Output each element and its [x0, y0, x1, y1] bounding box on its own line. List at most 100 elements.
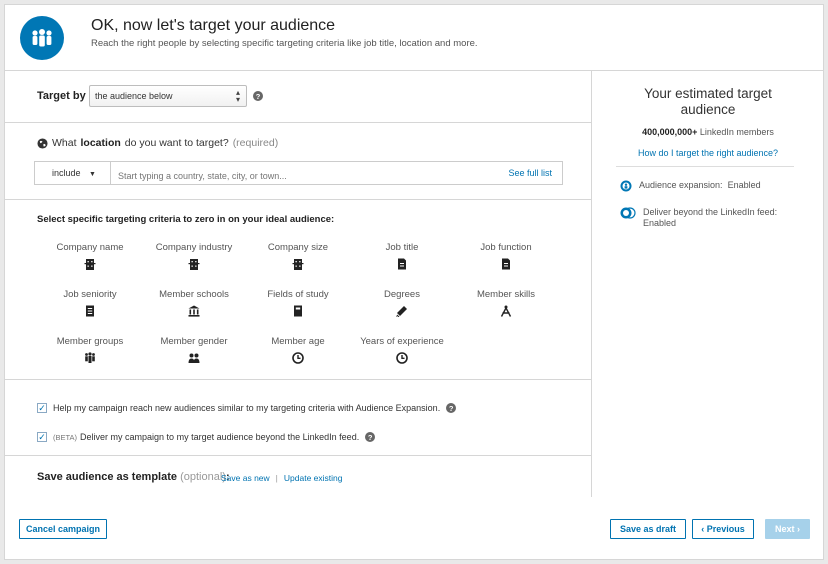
location-keyword: location — [80, 137, 121, 149]
targeting-panel: Target by the audience below ▴ ▾ ? What l… — [5, 71, 592, 497]
criteria-fields-of-study[interactable]: Fields of study — [248, 289, 348, 317]
how-to-target-link[interactable]: How do I target the right audience? — [593, 148, 823, 158]
criteria-label: Job function — [480, 242, 532, 253]
location-search-input[interactable] — [111, 162, 509, 184]
criteria-years-of-experience[interactable]: Years of experience — [352, 336, 452, 364]
update-existing-link[interactable]: Update existing — [284, 473, 343, 483]
deliver-beyond-status-text: Deliver beyond the LinkedIn feed: Enable… — [643, 207, 783, 228]
include-dropdown[interactable]: include ▼ — [35, 162, 111, 184]
deliver-beyond-label: Deliver my campaign to my target audienc… — [80, 432, 360, 442]
criteria-label: Job title — [385, 242, 419, 253]
members-suffix: LinkedIn members — [699, 127, 774, 137]
target-by-label: Target by — [37, 90, 86, 102]
criteria-job-title[interactable]: Job title — [352, 242, 452, 270]
criteria-member-age[interactable]: Member age — [248, 336, 348, 364]
options-section: ✓ Help my campaign reach new audiences s… — [5, 380, 592, 456]
audience-expansion-option: ✓ Help my campaign reach new audiences s… — [37, 403, 457, 413]
criteria-label: Member gender — [160, 336, 228, 347]
criteria-company-industry[interactable]: Company industry — [144, 242, 244, 270]
deliver-beyond-status: Deliver beyond the LinkedIn feed: Enable… — [620, 207, 793, 229]
criteria-job-function[interactable]: Job function — [456, 242, 556, 270]
diploma-icon — [396, 306, 407, 317]
save-template-label: Save audience as template (optional): — [37, 471, 230, 483]
group-icon — [85, 352, 95, 363]
audience-expansion-label: Help my campaign reach new audiences sim… — [53, 403, 441, 413]
book-icon — [294, 305, 302, 317]
members-count: 400,000,000+ LinkedIn members — [593, 127, 823, 137]
include-label: include — [52, 168, 81, 178]
deliver-beyond-checkbox[interactable]: ✓ — [37, 432, 47, 442]
footer: Cancel campaign Save as draft ‹ Previous… — [5, 497, 823, 559]
header: OK, now let's target your audience Reach… — [5, 5, 823, 71]
audience-estimate-panel: Your estimated target audience 400,000,0… — [593, 71, 823, 497]
criteria-label: Member groups — [56, 336, 124, 347]
location-section: What location do you want to target? (re… — [5, 123, 592, 200]
estimate-title: Your estimated target audience — [644, 86, 772, 117]
school-icon — [188, 305, 200, 317]
next-button[interactable]: Next › — [765, 519, 810, 539]
criteria-label: Company industry — [155, 242, 233, 253]
save-as-new-link[interactable]: Save as new — [221, 473, 270, 483]
criteria-job-seniority[interactable]: Job seniority — [40, 289, 140, 317]
page-subtitle: Reach the right people by selecting spec… — [91, 38, 478, 49]
audience-people-icon — [20, 16, 64, 60]
criteria-title: Select specific targeting criteria to ze… — [37, 214, 335, 225]
target-by-select[interactable]: the audience below ▴ ▾ — [89, 85, 247, 107]
members-number: 400,000,000+ — [642, 127, 698, 137]
globe-icon — [37, 137, 48, 149]
divider — [616, 166, 794, 167]
gender-icon — [188, 353, 200, 363]
criteria-label: Member age — [271, 336, 325, 347]
select-arrows-icon: ▴ ▾ — [235, 88, 240, 104]
criteria-label: Fields of study — [267, 289, 329, 300]
criteria-member-skills[interactable]: Member skills — [456, 289, 556, 317]
beta-tag: (BETA) — [53, 432, 78, 442]
criteria-label: Degrees — [384, 289, 420, 300]
criteria-label: Job seniority — [63, 289, 117, 300]
location-required: (required) — [232, 137, 279, 149]
audience-expansion-checkbox[interactable]: ✓ — [37, 403, 47, 413]
save-draft-button[interactable]: Save as draft — [610, 519, 686, 539]
location-question: What location do you want to target? (re… — [37, 137, 278, 149]
target-by-section: Target by the audience below ▴ ▾ ? — [5, 71, 592, 123]
save-template-section: Save audience as template (optional): Sa… — [5, 456, 592, 497]
criteria-label: Company size — [267, 242, 329, 253]
target-by-value: the audience below — [95, 91, 173, 101]
criteria-member-schools[interactable]: Member schools — [144, 289, 244, 317]
badge-icon — [86, 305, 94, 317]
document-icon — [398, 258, 406, 270]
save-template-text: Save audience as template — [37, 471, 178, 483]
see-full-list-link[interactable]: See full list — [508, 162, 562, 184]
location-input-row: include ▼ See full list — [34, 161, 563, 185]
criteria-company-name[interactable]: Company name — [40, 242, 140, 270]
campaign-targeting-window: OK, now let's target your audience Reach… — [4, 4, 824, 560]
criteria-label: Company name — [56, 242, 124, 253]
deliver-beyond-option: ✓ (BETA) Deliver my campaign to my targe… — [37, 432, 376, 442]
page-title: OK, now let's target your audience — [91, 17, 336, 34]
building-icon — [292, 259, 304, 270]
audience-expansion-status: Audience expansion: Enabled — [620, 180, 761, 192]
previous-button[interactable]: ‹ Previous — [692, 519, 754, 539]
document-icon — [502, 258, 510, 270]
building-icon — [188, 259, 200, 270]
cancel-campaign-button[interactable]: Cancel campaign — [19, 519, 107, 539]
expansion-icon — [620, 180, 632, 192]
optional-tag: (optional) — [180, 471, 226, 483]
criteria-label: Years of experience — [360, 336, 444, 347]
template-links: Save as new | Update existing — [221, 473, 342, 483]
help-icon[interactable]: ? — [446, 403, 457, 413]
help-icon[interactable]: ? — [253, 91, 263, 101]
link-separator: | — [275, 473, 278, 483]
criteria-member-gender[interactable]: Member gender — [144, 336, 244, 364]
criteria-company-size[interactable]: Company size — [248, 242, 348, 270]
criteria-section: Select specific targeting criteria to ze… — [5, 200, 592, 380]
criteria-degrees[interactable]: Degrees — [352, 289, 452, 317]
help-icon[interactable]: ? — [365, 432, 376, 442]
location-suffix: do you want to target? — [124, 137, 229, 149]
audience-expansion-status-text: Audience expansion: Enabled — [639, 180, 761, 190]
clock-icon — [396, 352, 408, 364]
criteria-label: Member skills — [476, 289, 536, 300]
compass-icon — [500, 305, 512, 317]
criteria-member-groups[interactable]: Member groups — [40, 336, 140, 364]
network-icon — [620, 207, 636, 219]
